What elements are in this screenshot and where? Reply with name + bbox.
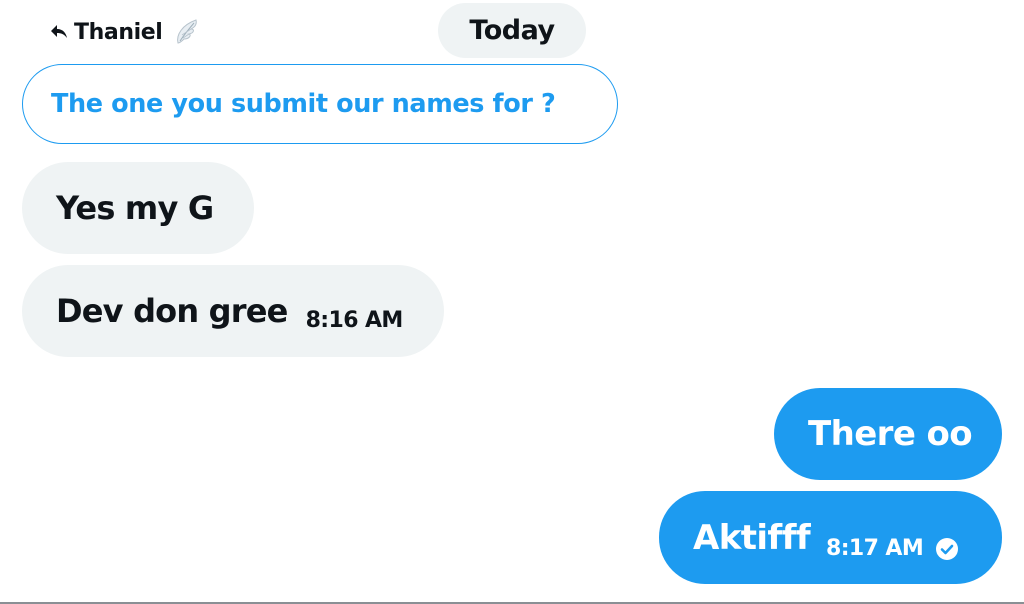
message-text: There oo [808, 414, 973, 454]
reply-author-name: Thaniel [74, 19, 163, 45]
wing-icon [177, 19, 198, 44]
message-bubble-incoming[interactable]: Yes my G [22, 162, 254, 254]
message-timestamp: 8:17 AM [826, 536, 924, 561]
message-bubble-incoming[interactable]: Dev don gree 8:16 AM [22, 265, 444, 357]
reply-context-header[interactable]: Thaniel [50, 14, 202, 50]
message-bubble-outgoing[interactable]: There oo [774, 388, 1002, 480]
reply-arrow-icon [51, 25, 67, 38]
message-text: Aktifff [693, 517, 811, 558]
message-timestamp: 8:16 AM [305, 307, 404, 333]
message-text: Dev don gree [56, 292, 288, 330]
message-bubble-outgoing[interactable]: Aktifff 8:17 AM [659, 491, 1002, 584]
quoted-message[interactable]: The one you submit our names for ? [22, 64, 618, 144]
read-check-icon [936, 537, 959, 560]
date-separator: Today [438, 3, 586, 58]
message-text: Yes my G [56, 189, 214, 227]
